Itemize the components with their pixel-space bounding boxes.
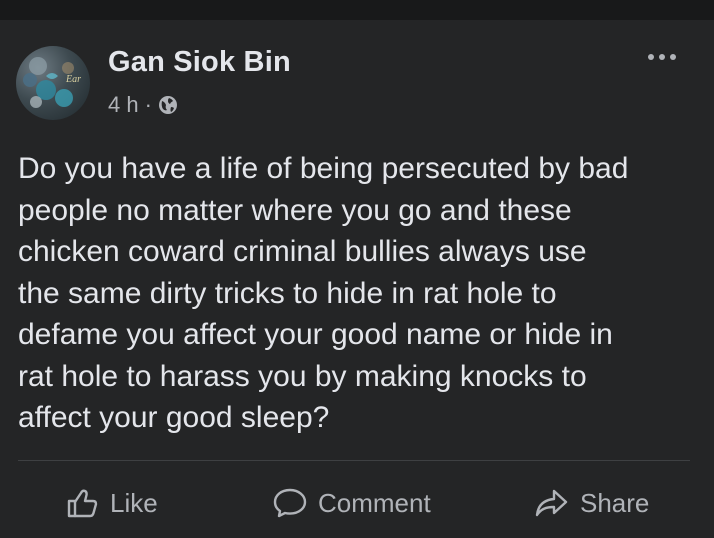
post-card: Ear Gan Siok Bin 4 h · Do you have a lif… [0,20,714,538]
avatar-text: Ear [65,74,81,85]
share-button[interactable]: Share [534,478,649,528]
more-dot [670,54,676,60]
comment-label: Comment [318,487,431,518]
author-avatar[interactable]: Ear [16,46,90,120]
avatar-image: Ear [23,57,81,108]
post-body: Do you have a life of being persecuted b… [18,152,629,434]
meta-separator: · [144,92,152,117]
author-name[interactable]: Gan Siok Bin [108,46,291,79]
more-dot [648,54,654,60]
actions-divider [18,460,690,461]
comment-icon [273,488,307,518]
more-dot [659,54,665,60]
top-bar [0,0,714,20]
like-label: Like [110,487,158,518]
more-options-icon[interactable] [644,50,680,64]
share-icon [535,489,568,517]
post-actions: Like Comment Share [0,478,714,528]
like-button[interactable]: Like [64,478,158,528]
post-meta: 4 h · [108,92,178,118]
post-time[interactable]: 4 h [108,92,139,118]
share-label: Share [580,487,650,518]
comment-button[interactable]: Comment [272,478,431,528]
globe-icon[interactable] [158,95,178,115]
thumbs-up-icon [67,489,98,518]
